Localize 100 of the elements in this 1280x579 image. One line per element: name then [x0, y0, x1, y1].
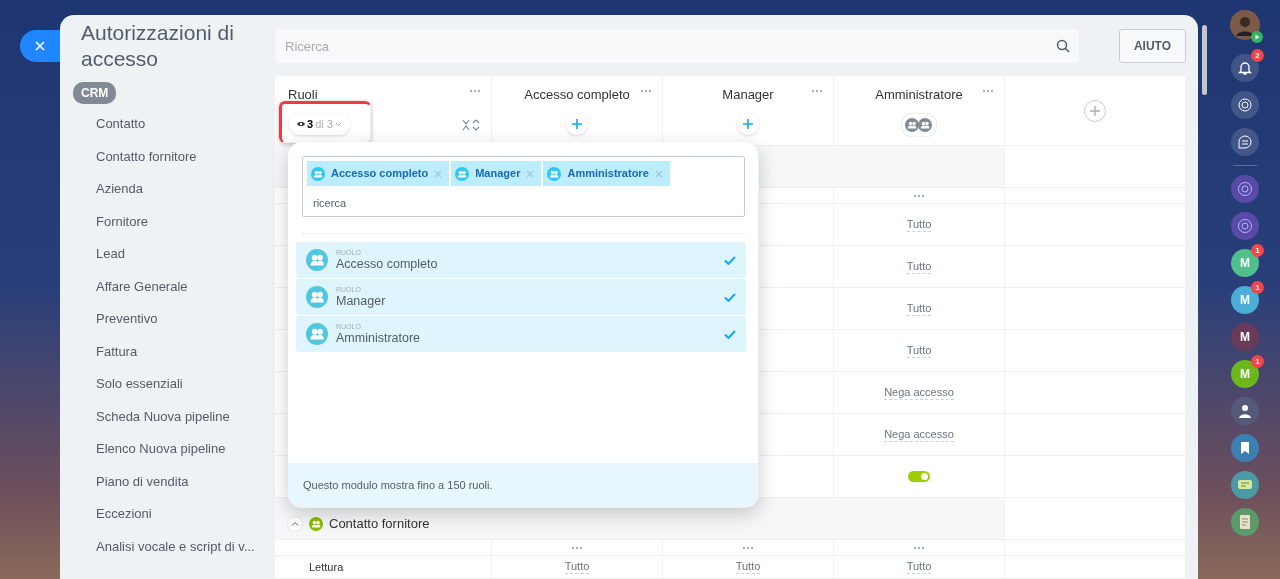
column-title: Amministratore	[875, 86, 963, 104]
notifications-icon	[1237, 60, 1253, 76]
counter-badge: 1	[1251, 355, 1264, 368]
permission-value[interactable]: Tutto	[906, 217, 932, 232]
remove-icon[interactable]	[654, 169, 663, 178]
role-name: Amministratore	[336, 331, 422, 346]
sidebar-item[interactable]: Elenco Nuova pipeline	[60, 433, 275, 466]
check-icon	[724, 329, 736, 339]
permission-value[interactable]: Nega accesso	[884, 385, 954, 400]
permission-label: Lettura	[309, 559, 344, 575]
footer-note: Questo modulo mostra fino a 150 ruoli.	[288, 463, 758, 507]
role-name: Accesso completo	[336, 257, 439, 272]
add-button[interactable]	[737, 112, 759, 135]
permission-value[interactable]: Tutto	[564, 560, 590, 574]
check-icon	[724, 292, 736, 302]
permission-value[interactable]: Tutto	[906, 301, 932, 316]
spiral-icon	[1237, 97, 1253, 113]
spiral-button[interactable]	[1231, 175, 1259, 203]
caret-icon	[334, 121, 342, 127]
more-icon[interactable]	[982, 89, 994, 93]
more-icon[interactable]	[469, 89, 481, 93]
check-icon	[724, 255, 736, 265]
close-button[interactable]	[20, 30, 60, 62]
entity-icon	[309, 516, 323, 531]
section-title: Contatto fornitore	[329, 514, 430, 533]
spiral-icon	[1237, 218, 1253, 234]
column-title: Ruoli	[288, 86, 318, 104]
eye-icon	[297, 121, 305, 127]
add-column-button[interactable]	[1084, 100, 1106, 122]
remove-icon[interactable]	[526, 169, 535, 178]
more-icon[interactable]	[811, 89, 823, 93]
search-field[interactable]: ricerca	[311, 194, 611, 213]
role-icon	[306, 286, 328, 308]
play-icon	[1251, 31, 1263, 43]
sidebar-item[interactable]: Preventivo	[60, 303, 275, 336]
more-icon[interactable]	[913, 545, 925, 550]
page-title: Autorizzazioni di accesso	[81, 20, 235, 72]
bookmark-button[interactable]	[1231, 434, 1259, 462]
group-avatar-icon	[1237, 403, 1253, 419]
chevron-icon[interactable]	[287, 515, 303, 532]
role-icon	[547, 166, 562, 181]
sidebar-item[interactable]: Lead	[60, 238, 275, 271]
group-label: CRM	[73, 82, 117, 104]
help-button[interactable]: AIUTO	[1119, 29, 1186, 63]
search-icon	[1056, 39, 1070, 53]
message-button[interactable]	[1231, 471, 1259, 499]
plus-icon	[572, 118, 582, 129]
sidebar-item[interactable]: Contatto	[60, 108, 275, 141]
column-title: Accesso completo	[524, 86, 630, 104]
role-tag[interactable]: Amministratore	[543, 161, 670, 186]
plus-icon	[1090, 106, 1100, 116]
toggle-switch[interactable]	[908, 471, 930, 482]
more-icon[interactable]	[742, 545, 754, 550]
role-avatars-icon	[901, 112, 937, 137]
more-icon[interactable]	[913, 193, 925, 198]
plus-icon	[743, 118, 753, 129]
group-avatar-button[interactable]	[1231, 397, 1259, 425]
permission-value[interactable]: Nega accesso	[884, 427, 954, 442]
chat-button[interactable]	[1231, 128, 1259, 156]
remove-icon[interactable]	[434, 169, 443, 178]
counter-badge: 1	[1251, 244, 1264, 257]
role-icon	[311, 166, 325, 181]
sidebar-item[interactable]: Contatto fornitore	[60, 140, 275, 173]
document-icon	[1237, 514, 1253, 530]
role-icon	[306, 249, 328, 271]
sidebar-item[interactable]: Eccezioni	[60, 498, 275, 531]
sidebar-item[interactable]: Fornitore	[60, 205, 275, 238]
role-name: Manager	[336, 294, 387, 309]
counter-badge: 2	[1251, 49, 1264, 62]
permission-value[interactable]: Tutto	[906, 343, 932, 358]
spiral-button[interactable]	[1231, 212, 1259, 240]
spiral-button[interactable]	[1231, 91, 1259, 119]
permission-value[interactable]: Tutto	[906, 259, 932, 274]
counter-badge: 1	[1251, 281, 1264, 294]
role-icon	[455, 166, 470, 181]
sidebar-item[interactable]: Scheda Nuova pipeline	[60, 400, 275, 433]
role-tag[interactable]: Accesso completo	[307, 161, 450, 186]
sidebar-item[interactable]: Azienda	[60, 173, 275, 206]
permission-value[interactable]: Tutto	[906, 560, 932, 574]
permission-value[interactable]: Tutto	[735, 560, 761, 574]
sidebar-item[interactable]: Affare Generale	[60, 270, 275, 303]
expand-collapse-icon[interactable]	[462, 119, 480, 131]
chat-avatar[interactable]: M	[1231, 323, 1259, 351]
document-button[interactable]	[1231, 508, 1259, 536]
sidebar-item[interactable]: Fattura	[60, 335, 275, 368]
role-tag[interactable]: Manager	[451, 161, 542, 186]
spiral-icon	[1237, 181, 1253, 197]
sidebar-item[interactable]: Analisi vocale e script di v...	[60, 530, 275, 563]
role-counter[interactable]: 3 di 3	[289, 113, 350, 135]
role-tags-field[interactable]: Accesso completo Manager Amministratore ricerca	[302, 156, 745, 217]
sidebar-item[interactable]: Solo essenziali	[60, 368, 275, 401]
chat-icon	[1237, 134, 1253, 150]
search-field[interactable]: Ricerca	[275, 29, 1079, 63]
more-icon[interactable]	[640, 89, 652, 93]
more-icon[interactable]	[571, 545, 583, 550]
sidebar-item[interactable]: Piano di vendita	[60, 465, 275, 498]
notifications-button[interactable]	[1231, 54, 1259, 82]
add-button[interactable]	[566, 112, 588, 135]
close-icon	[35, 41, 45, 51]
user-avatar[interactable]	[1230, 10, 1260, 40]
